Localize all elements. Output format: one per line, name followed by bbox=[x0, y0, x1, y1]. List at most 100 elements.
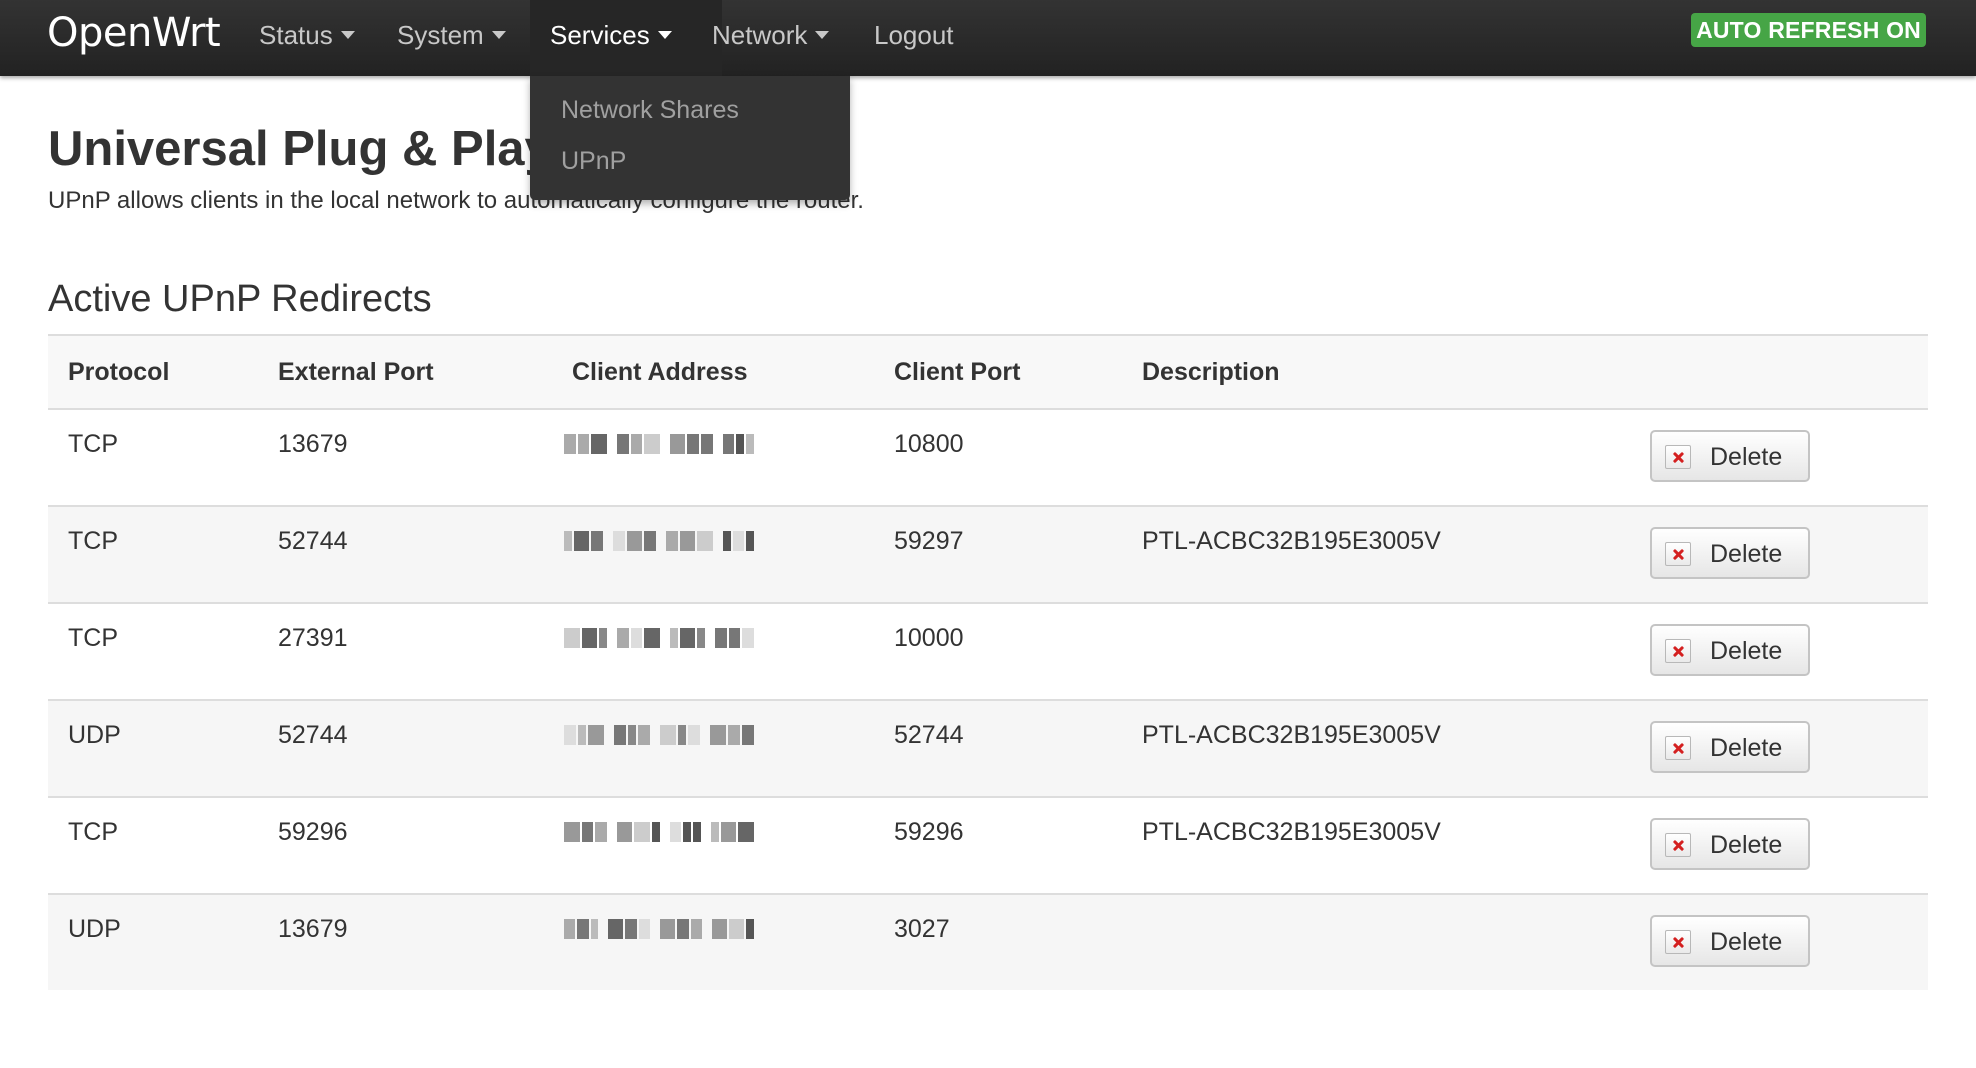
redaction-pixel bbox=[678, 725, 686, 745]
cell-client-port: 10800 bbox=[894, 430, 964, 458]
cell-external-port: 59296 bbox=[278, 818, 348, 846]
redaction-pixel bbox=[630, 628, 643, 648]
cell-client-port: 59296 bbox=[894, 818, 964, 846]
redaction-pixel bbox=[564, 919, 576, 939]
nav-system[interactable]: System bbox=[397, 0, 506, 76]
table-row: UDP 13679 3027 Delete bbox=[48, 895, 1928, 990]
redaction-pixel bbox=[683, 822, 692, 842]
redaction-pixel bbox=[736, 434, 745, 454]
nav-status[interactable]: Status bbox=[259, 0, 355, 76]
redaction-pixel bbox=[581, 628, 598, 648]
redaction-pixel bbox=[599, 628, 607, 648]
delete-button[interactable]: Delete bbox=[1650, 818, 1810, 870]
cell-protocol: UDP bbox=[68, 915, 121, 943]
redaction-pixel bbox=[665, 531, 678, 551]
redacted-client-address bbox=[564, 723, 764, 747]
delete-x-icon bbox=[1665, 639, 1691, 663]
redaction-pixel bbox=[578, 725, 586, 745]
redaction-pixel bbox=[652, 822, 660, 842]
redaction-pixel bbox=[588, 725, 604, 745]
delete-x-icon bbox=[1665, 542, 1691, 566]
redaction-pixel bbox=[746, 919, 755, 939]
cell-description: PTL-ACBC32B195E3005V bbox=[1142, 527, 1441, 555]
brand-logo[interactable]: OpenWrt bbox=[47, 10, 221, 56]
redaction-pixel bbox=[728, 725, 740, 745]
redaction-pixel bbox=[564, 628, 580, 648]
cell-client-port: 59297 bbox=[894, 527, 964, 555]
redacted-client-address bbox=[564, 432, 764, 456]
top-navbar: OpenWrt Status System Services Network L… bbox=[0, 0, 1976, 76]
delete-button[interactable]: Delete bbox=[1650, 721, 1810, 773]
redaction-pixel bbox=[679, 628, 696, 648]
redaction-pixel bbox=[687, 434, 700, 454]
delete-x-icon bbox=[1665, 445, 1691, 469]
redaction-pixel bbox=[677, 919, 689, 939]
services-dropdown-menu: Network Shares UPnP bbox=[530, 76, 850, 200]
nav-system-label: System bbox=[397, 20, 484, 50]
menu-item-network-shares[interactable]: Network Shares bbox=[561, 96, 739, 125]
delete-x-icon bbox=[1665, 736, 1691, 760]
delete-button[interactable]: Delete bbox=[1650, 527, 1810, 579]
nav-logout-label: Logout bbox=[874, 20, 954, 50]
cell-client-port: 3027 bbox=[894, 915, 950, 943]
redaction-pixel bbox=[625, 919, 637, 939]
chevron-down-icon bbox=[657, 31, 672, 40]
nav-status-label: Status bbox=[259, 20, 333, 50]
redaction-pixel bbox=[688, 725, 700, 745]
redaction-pixel bbox=[669, 628, 678, 648]
cell-client-port: 52744 bbox=[894, 721, 964, 749]
redaction-pixel bbox=[728, 628, 741, 648]
redaction-pixel bbox=[590, 919, 599, 939]
delete-button[interactable]: Delete bbox=[1650, 624, 1810, 676]
delete-button-label: Delete bbox=[1710, 540, 1783, 568]
page-title: Universal Plug & Play bbox=[48, 122, 552, 176]
redaction-pixel bbox=[638, 919, 651, 939]
cell-protocol: UDP bbox=[68, 721, 121, 749]
redaction-pixel bbox=[712, 919, 728, 939]
redaction-pixel bbox=[714, 628, 727, 648]
table-row: TCP 27391 10000 Delete bbox=[48, 604, 1928, 701]
redaction-pixel bbox=[577, 919, 589, 939]
redaction-pixel bbox=[634, 822, 651, 842]
table-row: TCP 59296 59296 PTL-ACBC32B195E3005V Del… bbox=[48, 798, 1928, 895]
redaction-pixel bbox=[644, 628, 660, 648]
redaction-pixel bbox=[660, 725, 676, 745]
delete-button-label: Delete bbox=[1710, 734, 1783, 762]
table-header-row: Protocol External Port Client Address Cl… bbox=[48, 336, 1928, 410]
redaction-pixel bbox=[732, 531, 745, 551]
nav-services-label: Services bbox=[550, 20, 650, 50]
redaction-pixel bbox=[564, 822, 580, 842]
table-row: TCP 52744 59297 PTL-ACBC32B195E3005V Del… bbox=[48, 507, 1928, 604]
chevron-down-icon bbox=[815, 31, 830, 40]
redaction-pixel bbox=[746, 531, 754, 551]
redaction-pixel bbox=[742, 628, 754, 648]
delete-button[interactable]: Delete bbox=[1650, 915, 1810, 967]
cell-external-port: 27391 bbox=[278, 624, 348, 652]
delete-button-label: Delete bbox=[1710, 443, 1783, 471]
cell-external-port: 13679 bbox=[278, 915, 348, 943]
table-row: TCP 13679 10800 Delete bbox=[48, 410, 1928, 507]
redaction-pixel bbox=[573, 531, 590, 551]
nav-logout[interactable]: Logout bbox=[874, 0, 954, 76]
nav-services[interactable]: Services bbox=[530, 0, 722, 76]
redaction-pixel bbox=[616, 434, 629, 454]
cell-description: PTL-ACBC32B195E3005V bbox=[1142, 818, 1441, 846]
redaction-pixel bbox=[608, 919, 624, 939]
redaction-pixel bbox=[591, 434, 607, 454]
nav-network[interactable]: Network bbox=[712, 0, 830, 76]
redaction-pixel bbox=[628, 725, 636, 745]
redaction-pixel bbox=[616, 628, 629, 648]
redaction-pixel bbox=[720, 822, 737, 842]
delete-button[interactable]: Delete bbox=[1650, 430, 1810, 482]
cell-external-port: 13679 bbox=[278, 430, 348, 458]
redaction-pixel bbox=[616, 822, 633, 842]
menu-item-upnp[interactable]: UPnP bbox=[561, 147, 626, 176]
redaction-pixel bbox=[577, 434, 590, 454]
redacted-client-address bbox=[564, 820, 764, 844]
auto-refresh-badge[interactable]: AUTO REFRESH ON bbox=[1691, 13, 1926, 47]
redaction-pixel bbox=[690, 919, 703, 939]
header-protocol: Protocol bbox=[68, 358, 170, 386]
redaction-pixel bbox=[630, 434, 643, 454]
cell-protocol: TCP bbox=[68, 624, 118, 652]
redaction-pixel bbox=[710, 725, 726, 745]
